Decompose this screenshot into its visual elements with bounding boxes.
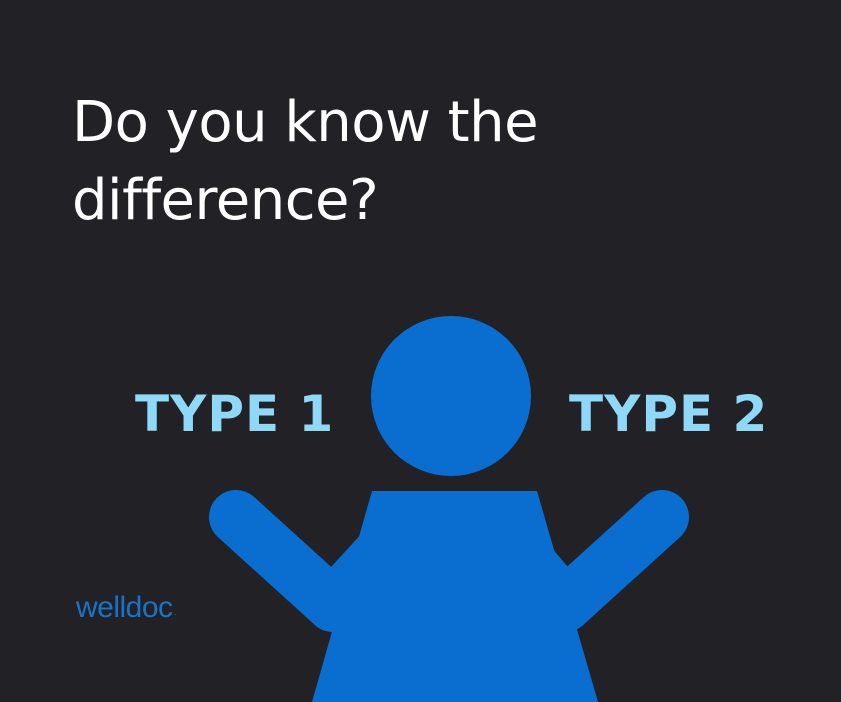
person-head <box>371 316 531 476</box>
type-1-label: TYPE 1 <box>135 385 335 443</box>
brand-name: welldoc <box>76 591 173 624</box>
brand-mark: · <box>173 609 177 619</box>
shrugging-person-figure <box>209 316 689 702</box>
type-2-label: TYPE 2 <box>569 385 769 443</box>
welldoc-logo: welldoc· <box>76 590 176 626</box>
infographic-card: Do you know the difference? TYPE 1 TYPE … <box>0 0 841 702</box>
